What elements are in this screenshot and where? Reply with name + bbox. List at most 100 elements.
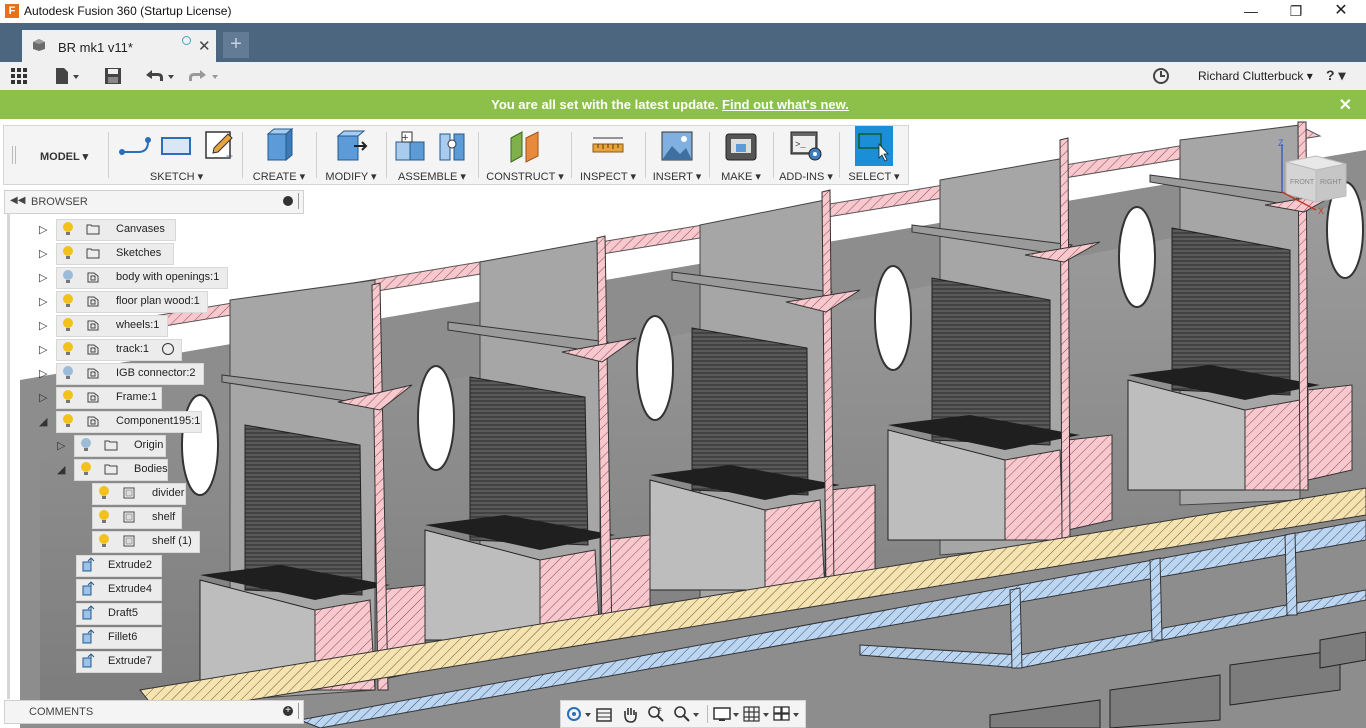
offset-plane-icon[interactable] (508, 128, 542, 164)
job-status-clock-icon[interactable] (1152, 67, 1170, 85)
select-group[interactable]: SELECT ▾ (843, 126, 905, 184)
insert-group[interactable]: INSERT ▾ (649, 126, 705, 184)
expand-arrow-icon[interactable]: ▷ (39, 247, 47, 260)
workspace-switcher[interactable]: MODEL ▾ (40, 150, 88, 163)
fit-zoom-icon[interactable] (673, 705, 701, 723)
visibility-bulb-icon[interactable] (62, 246, 74, 260)
expand-arrow-icon[interactable]: ▷ (39, 391, 47, 404)
sketch-edit-icon[interactable]: + (204, 128, 236, 162)
browser-node-label: IGB connector:2 (116, 367, 196, 379)
whats-new-link[interactable]: Find out what's new. (722, 97, 849, 112)
addins-group[interactable]: >_ ADD-INS ▾ (777, 126, 835, 184)
browser-minimize-icon[interactable] (283, 196, 293, 206)
joint-icon[interactable] (436, 128, 470, 164)
visibility-bulb-off-icon[interactable] (62, 270, 74, 284)
grid-settings-icon[interactable] (743, 705, 771, 723)
expand-arrow-icon[interactable]: ▷ (39, 367, 47, 380)
viewcube[interactable]: Z FRONT RIGHT X (1276, 136, 1358, 218)
insert-image-icon[interactable] (660, 130, 694, 162)
browser-node-label: Bodies (134, 463, 168, 475)
zoom-icon[interactable]: ± (647, 705, 665, 723)
new-tab-button[interactable]: + (223, 32, 249, 58)
close-window-button[interactable]: ✕ (1318, 0, 1364, 23)
visibility-bulb-icon[interactable] (62, 318, 74, 332)
redo-icon[interactable] (188, 67, 220, 85)
make-group[interactable]: MAKE ▾ (713, 126, 769, 184)
look-at-icon[interactable] (595, 705, 613, 723)
timeline-feature-label: Extrude4 (108, 583, 153, 595)
user-account-menu[interactable]: Richard Clutterbuck ▾ (1198, 69, 1313, 83)
toolbar-separator (645, 132, 646, 178)
nav-separator (707, 705, 708, 723)
expand-arrow-icon[interactable]: ▷ (39, 295, 47, 308)
collapse-arrow-icon[interactable]: ◢ (57, 463, 65, 476)
document-tab-bar: BR mk1 v11* ✕ + (0, 23, 1366, 62)
undo-icon[interactable] (144, 67, 176, 85)
expand-arrow-icon[interactable]: ▷ (39, 223, 47, 236)
toolbar-separator (242, 132, 243, 178)
timeline-feature-label: Extrude7 (108, 655, 153, 667)
component-icon (87, 392, 99, 403)
orbit-icon[interactable] (565, 705, 593, 723)
3d-print-icon[interactable] (724, 130, 758, 162)
activate-radio-icon[interactable] (162, 343, 174, 355)
create-sketch-line-icon[interactable] (118, 132, 152, 162)
file-menu-icon[interactable] (54, 67, 80, 85)
collapse-arrow-icon[interactable]: ◢ (39, 415, 47, 428)
add-comment-icon[interactable]: + (283, 706, 293, 716)
toolbar-separator (316, 132, 317, 178)
visibility-bulb-off-icon[interactable] (62, 366, 74, 380)
browser-node-label: divider (152, 487, 185, 499)
component-icon (87, 320, 99, 331)
toolbar-separator (773, 132, 774, 178)
visibility-bulb-icon[interactable] (80, 462, 92, 476)
modify-group[interactable]: MODIFY ▾ (320, 126, 382, 184)
close-tab-button[interactable]: ✕ (198, 37, 211, 55)
folder-icon (104, 464, 118, 475)
rectangle-icon[interactable] (160, 132, 192, 162)
inspect-group[interactable]: INSPECT ▾ (575, 126, 641, 184)
browser-scroll-track[interactable] (7, 213, 10, 699)
browser-node-label: Sketches (116, 247, 162, 259)
display-settings-icon[interactable] (713, 705, 741, 723)
visibility-bulb-icon[interactable] (62, 222, 74, 236)
measure-icon[interactable] (591, 134, 625, 160)
toolbar-separator (709, 132, 710, 178)
scripts-addins-icon[interactable]: >_ (789, 130, 823, 162)
timeline-feature-label: Extrude2 (108, 559, 153, 571)
minimize-button[interactable]: — (1228, 0, 1274, 23)
create-menu-label: CREATE ▾ (252, 171, 306, 183)
browser-node-label: Frame:1 (116, 391, 157, 403)
extrude-icon[interactable] (262, 128, 296, 164)
expand-arrow-icon[interactable]: ▷ (57, 439, 65, 452)
pan-hand-icon[interactable] (621, 705, 639, 723)
data-panel-grid-icon[interactable] (10, 67, 28, 85)
banner-close-button[interactable]: ✕ (1339, 95, 1352, 115)
sketch-group[interactable]: + SKETCH ▾ (114, 126, 239, 184)
expand-arrow-icon[interactable]: ▷ (39, 343, 47, 356)
visibility-bulb-icon[interactable] (62, 294, 74, 308)
expand-arrow-icon[interactable]: ▷ (39, 319, 47, 332)
visibility-bulb-icon[interactable] (62, 342, 74, 356)
visibility-bulb-icon[interactable] (80, 438, 92, 452)
select-icon[interactable] (855, 126, 893, 166)
create-group[interactable]: CREATE ▾ (246, 126, 312, 184)
svg-text:+: + (226, 149, 233, 162)
visibility-bulb-icon[interactable] (62, 390, 74, 404)
viewports-icon[interactable] (773, 705, 801, 723)
visibility-bulb-icon[interactable] (98, 534, 110, 548)
press-pull-icon[interactable] (334, 128, 368, 164)
visibility-bulb-icon[interactable] (98, 486, 110, 500)
collapse-browser-icon[interactable]: ◀◀ (10, 195, 25, 206)
new-component-icon[interactable]: + (394, 128, 428, 164)
help-menu[interactable]: ? ▾ (1326, 67, 1345, 84)
sketch-menu-label: SKETCH ▾ (149, 171, 204, 183)
restore-button[interactable]: ❐ (1273, 0, 1319, 23)
document-tab[interactable]: BR mk1 v11* ✕ (22, 30, 216, 62)
visibility-bulb-icon[interactable] (62, 414, 74, 428)
assemble-group[interactable]: + ASSEMBLE ▾ (390, 126, 474, 184)
construct-group[interactable]: CONSTRUCT ▾ (482, 126, 568, 184)
visibility-bulb-icon[interactable] (98, 510, 110, 524)
expand-arrow-icon[interactable]: ▷ (39, 271, 47, 284)
save-icon[interactable] (104, 67, 122, 85)
